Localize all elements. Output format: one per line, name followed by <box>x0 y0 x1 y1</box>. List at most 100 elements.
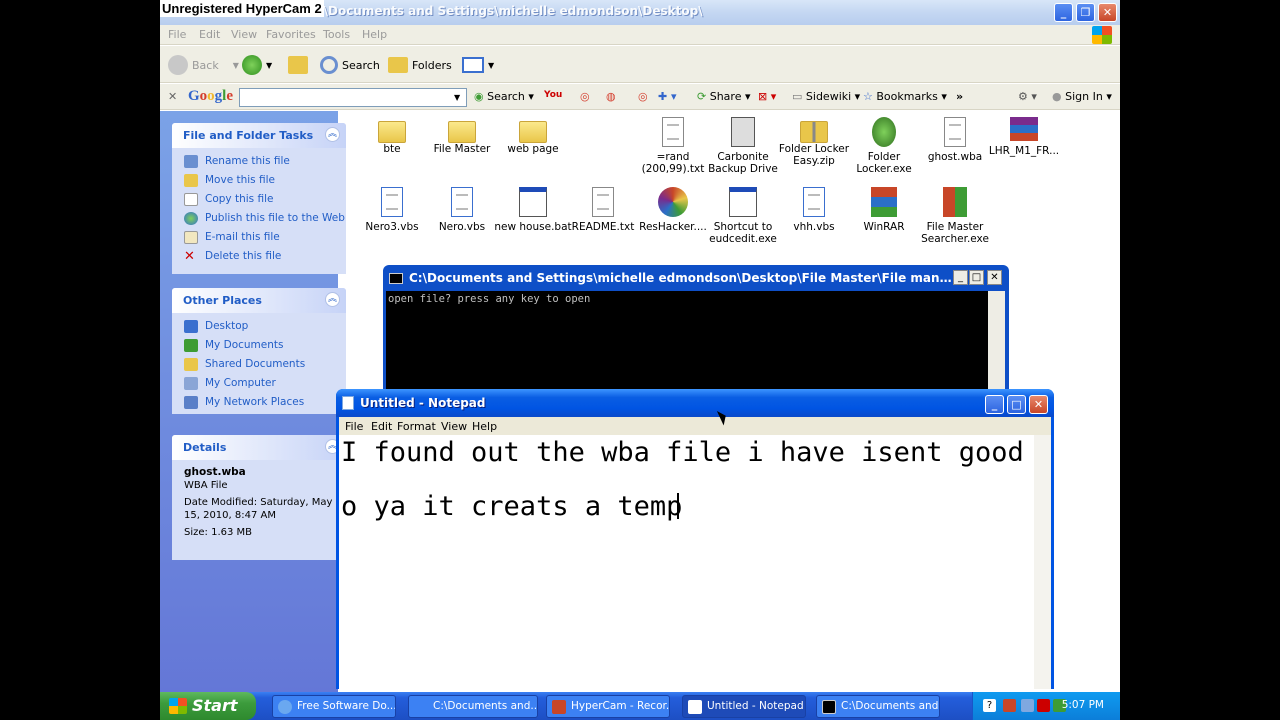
search-icon <box>320 56 338 74</box>
views-button[interactable]: ▼ <box>462 54 494 76</box>
explorer-titlebar[interactable]: C:\Documents and Settings\michelle edmon… <box>160 0 1120 25</box>
task-email[interactable]: E-mail this file <box>172 228 346 247</box>
folders-button[interactable]: Folders <box>388 54 452 76</box>
start-label: Start <box>192 696 238 715</box>
highlight-icon[interactable]: ⊠ ▾ <box>758 90 776 103</box>
reader-icon[interactable]: ◎ <box>638 90 648 103</box>
file-item[interactable]: Folder Locker Easy.zip <box>774 117 854 167</box>
close-icon[interactable]: ✕ <box>1029 395 1048 414</box>
file-item[interactable]: web page <box>493 117 573 155</box>
taskbar-item-notepad[interactable]: Untitled - Notepad <box>682 695 806 718</box>
taskbar-item-console[interactable]: C:\Documents and... <box>816 695 940 718</box>
menu-view[interactable]: View <box>231 28 257 41</box>
task-copy[interactable]: Copy this file <box>172 190 346 209</box>
panel-header[interactable]: File and Folder Tasks ︽ <box>172 123 346 148</box>
file-item[interactable]: bte <box>352 117 432 155</box>
place-shared-documents[interactable]: Shared Documents <box>172 355 346 374</box>
close-icon[interactable]: ✕ <box>987 270 1002 285</box>
file-label: File Master <box>433 143 491 155</box>
file-item[interactable]: vhh.vbs <box>774 187 854 233</box>
back-button[interactable]: Back ▼ <box>168 54 239 76</box>
menu-help[interactable]: Help <box>362 28 387 41</box>
forward-button[interactable]: ▼ <box>242 54 272 76</box>
taskbar-item-browser[interactable]: Free Software Do... <box>272 695 396 718</box>
translate-icon[interactable]: ◍ <box>606 90 616 103</box>
hypercam-watermark: Unregistered HyperCam 2 <box>160 0 324 17</box>
sign-in-button[interactable]: ● Sign In ▾ <box>1052 90 1112 103</box>
file-label: Nero.vbs <box>438 221 486 233</box>
share-button[interactable]: ⟳ Share ▾ <box>697 90 751 103</box>
start-button[interactable]: Start <box>160 692 256 720</box>
close-icon[interactable]: ✕ <box>1098 3 1117 22</box>
console-output[interactable]: open file? press any key to open <box>386 291 988 395</box>
panel-header[interactable]: Other Places ︽ <box>172 288 346 313</box>
file-item[interactable]: Nero3.vbs <box>352 187 432 233</box>
minimize-icon[interactable]: _ <box>985 395 1004 414</box>
panel-header[interactable]: Details ︽ <box>172 435 346 460</box>
google-search-input[interactable] <box>239 88 467 107</box>
minimize-icon[interactable]: _ <box>953 270 968 285</box>
hypercam-icon <box>552 700 566 714</box>
more-chevron-icon[interactable]: » <box>956 90 963 103</box>
notepad-scrollbar[interactable] <box>1034 435 1051 689</box>
file-item[interactable]: File Master Searcher.exe <box>915 187 995 245</box>
bookmarks-button[interactable]: ☆ Bookmarks ▾ <box>863 90 947 103</box>
chevron-down-icon[interactable]: ▼ <box>454 93 460 102</box>
sidewiki-button[interactable]: ▭ Sidewiki ▾ <box>792 90 860 103</box>
menu-tools[interactable]: Tools <box>323 28 350 41</box>
wrench-icon[interactable]: ⚙ ▾ <box>1018 90 1037 103</box>
close-toolbar-icon[interactable]: ✕ <box>168 90 177 103</box>
taskbar-item-hypercam[interactable]: HyperCam - Recor... <box>546 695 670 718</box>
youtube-icon[interactable]: You <box>544 90 562 100</box>
shortcut-icon <box>729 187 757 217</box>
plus-icon[interactable]: ✚ ▾ <box>658 90 677 103</box>
task-label: Free Software Do... <box>297 700 396 712</box>
file-item[interactable]: File Master <box>422 117 502 155</box>
menu-edit[interactable]: Edit <box>199 28 220 41</box>
notepad-titlebar[interactable]: Untitled - Notepad _ □ ✕ <box>336 389 1054 417</box>
maximize-icon[interactable]: □ <box>969 270 984 285</box>
task-move[interactable]: Move this file <box>172 171 346 190</box>
collapse-icon[interactable]: ︽ <box>325 292 340 307</box>
file-item[interactable]: ResHacker.... <box>633 187 713 233</box>
drive-icon <box>731 117 755 147</box>
file-item[interactable]: LHR_M1_FR... <box>984 117 1064 157</box>
minimize-icon[interactable]: _ <box>1054 3 1073 22</box>
up-folder-button[interactable] <box>288 54 308 76</box>
menu-favorites[interactable]: Favorites <box>266 28 316 41</box>
file-item[interactable]: README.txt <box>563 187 643 233</box>
search-button[interactable]: Search <box>320 54 380 76</box>
file-item[interactable]: new house.bat <box>493 187 573 233</box>
maximize-icon[interactable]: ❐ <box>1076 3 1095 22</box>
console-scrollbar[interactable] <box>988 291 1005 395</box>
place-my-documents[interactable]: My Documents <box>172 336 346 355</box>
console-text: open file? press any key to open <box>388 293 591 305</box>
menu-file[interactable]: File <box>168 28 186 41</box>
collapse-icon[interactable]: ︽ <box>325 127 340 142</box>
maximize-icon[interactable]: □ <box>1007 395 1026 414</box>
antivirus-icon[interactable] <box>1037 699 1050 712</box>
task-label: Delete this file <box>205 250 282 262</box>
task-publish[interactable]: Publish this file to the Web <box>172 209 346 228</box>
windows-flag-icon <box>169 698 187 714</box>
file-item[interactable]: ghost.wba <box>915 117 995 163</box>
help-icon[interactable]: ? <box>983 699 996 712</box>
file-item[interactable]: WinRAR <box>844 187 924 233</box>
network-icon[interactable] <box>1021 699 1034 712</box>
taskbar-item-explorer[interactable]: C:\Documents and... <box>408 695 538 718</box>
file-item[interactable]: Nero.vbs <box>422 187 502 233</box>
file-item[interactable]: Carbonite Backup Drive <box>703 117 783 175</box>
share-icon: ⟳ <box>697 90 707 103</box>
place-network[interactable]: My Network Places <box>172 393 346 412</box>
task-rename[interactable]: Rename this file <box>172 152 346 171</box>
gmail-icon[interactable]: ◎ <box>580 90 590 103</box>
task-delete[interactable]: ✕ Delete this file <box>172 247 346 266</box>
file-item[interactable]: Folder Locker.exe <box>844 117 924 175</box>
file-item[interactable]: Shortcut to eudcedit.exe <box>703 187 783 245</box>
security-shield-icon[interactable] <box>1003 699 1016 712</box>
file-item[interactable]: =rand (200,99).txt <box>633 117 713 175</box>
google-search-button[interactable]: ◉ Search ▾ <box>474 90 534 103</box>
notepad-text-area[interactable]: I found out the wba file i have isent go… <box>339 435 1051 689</box>
place-desktop[interactable]: Desktop <box>172 317 346 336</box>
place-my-computer[interactable]: My Computer <box>172 374 346 393</box>
